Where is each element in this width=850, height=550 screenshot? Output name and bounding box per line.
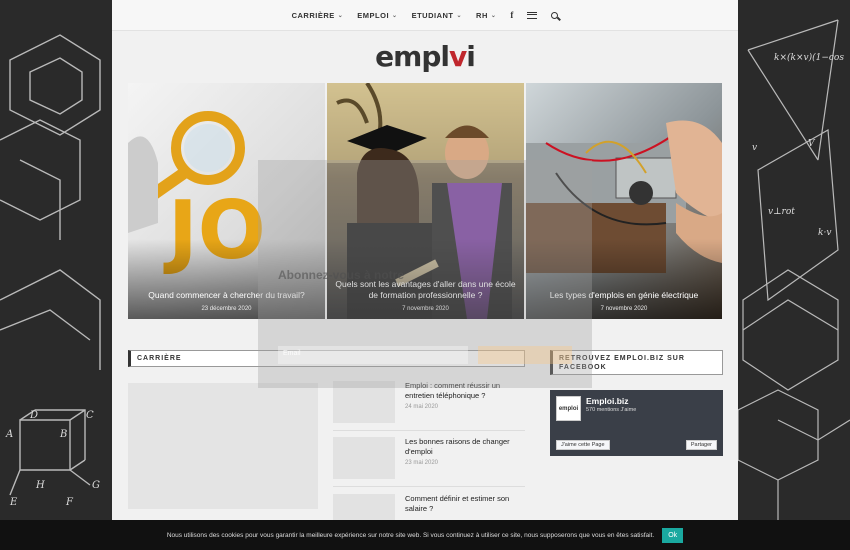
- chevron-down-icon: ⌄: [456, 12, 463, 19]
- svg-text:E: E: [9, 497, 18, 508]
- chalkboard-right: k×(k×v)(1−cos v V k·v v⊥rot: [738, 0, 850, 550]
- facebook-widget[interactable]: emploi Emploi.biz 570 mentions J'aime J'…: [550, 390, 723, 456]
- svg-text:H: H: [35, 480, 45, 491]
- svg-text:C: C: [86, 410, 94, 421]
- facebook-avatar[interactable]: emploi: [556, 396, 581, 421]
- featured-post-thumbnail[interactable]: [128, 383, 318, 509]
- main-page: CARRIÈRE ⌄ EMPLOI ⌄ ETUDIANT ⌄ RH ⌄ f emplvi…: [112, 0, 738, 550]
- facebook-share-button[interactable]: Partager: [685, 440, 717, 450]
- svg-text:k·v: k·v: [818, 228, 831, 238]
- facebook-icon[interactable]: f: [510, 10, 513, 20]
- subscribe-button[interactable]: [478, 346, 572, 364]
- menu-icon[interactable]: [527, 11, 538, 19]
- facebook-fans-count: 570 mentions J'aime: [586, 407, 637, 413]
- svg-text:v⊥rot: v⊥rot: [768, 207, 795, 217]
- svg-text:B: B: [59, 429, 67, 440]
- logo-heart-v: v: [448, 40, 467, 73]
- cookie-message: Nous utilisons des cookies pour vous gar…: [166, 531, 655, 539]
- svg-text:v: v: [752, 143, 757, 153]
- post-title[interactable]: Comment définir et estimer son salaire ?: [405, 494, 525, 514]
- chevron-down-icon: ⌄: [490, 12, 497, 19]
- chevron-down-icon: ⌄: [392, 12, 398, 19]
- svg-text:F: F: [65, 497, 74, 508]
- cookie-ok-button[interactable]: Ok: [662, 527, 684, 543]
- logo-text-end: i: [466, 40, 476, 73]
- site-logo[interactable]: emplvi: [112, 40, 738, 73]
- divider: [333, 430, 525, 431]
- nav-label: EMPLOI: [357, 10, 390, 20]
- cookie-banner: Nous utilisons des cookies pour vous gar…: [0, 520, 850, 550]
- list-item[interactable]: Les bonnes raisons de changer d'emploi 2…: [333, 437, 525, 479]
- svg-text:A: A: [5, 429, 13, 440]
- newsletter-popup[interactable]: Abonnez-vous à notre Email: [258, 160, 592, 388]
- email-field[interactable]: Email: [278, 346, 468, 364]
- nav-item-emploi[interactable]: EMPLOI ⌄: [357, 11, 397, 20]
- nav-item-etudiant[interactable]: ETUDIANT ⌄: [412, 11, 462, 20]
- nav-item-rh[interactable]: RH ⌄: [476, 11, 496, 20]
- svg-text:k×(k×v)(1−cos: k×(k×v)(1−cos: [774, 52, 844, 63]
- svg-text:V: V: [808, 139, 816, 149]
- facebook-page-name[interactable]: Emploi.biz: [586, 396, 629, 406]
- svg-text:D: D: [29, 410, 38, 421]
- nav-item-carriere[interactable]: CARRIÈRE ⌄: [292, 11, 344, 20]
- divider: [333, 486, 525, 487]
- chevron-down-icon: ⌄: [337, 12, 344, 19]
- nav-label: CARRIÈRE: [291, 10, 335, 20]
- post-date: 23 mai 2020: [405, 460, 439, 466]
- nav-label: ETUDIANT: [411, 10, 454, 20]
- popup-title: Abonnez-vous à notre: [278, 268, 405, 282]
- logo-text: empl: [375, 40, 450, 73]
- search-icon[interactable]: [551, 11, 559, 19]
- post-title[interactable]: Les bonnes raisons de changer d'emploi: [405, 437, 525, 457]
- post-thumbnail[interactable]: [333, 437, 395, 479]
- top-navigation: CARRIÈRE ⌄ EMPLOI ⌄ ETUDIANT ⌄ RH ⌄ f: [112, 0, 738, 31]
- facebook-like-button[interactable]: J'aime cette Page: [556, 440, 610, 450]
- svg-text:G: G: [92, 480, 100, 491]
- post-date: 24 mai 2020: [405, 404, 439, 410]
- chalkboard-left: D C A B H G E F: [0, 0, 112, 550]
- nav-label: RH: [476, 10, 488, 20]
